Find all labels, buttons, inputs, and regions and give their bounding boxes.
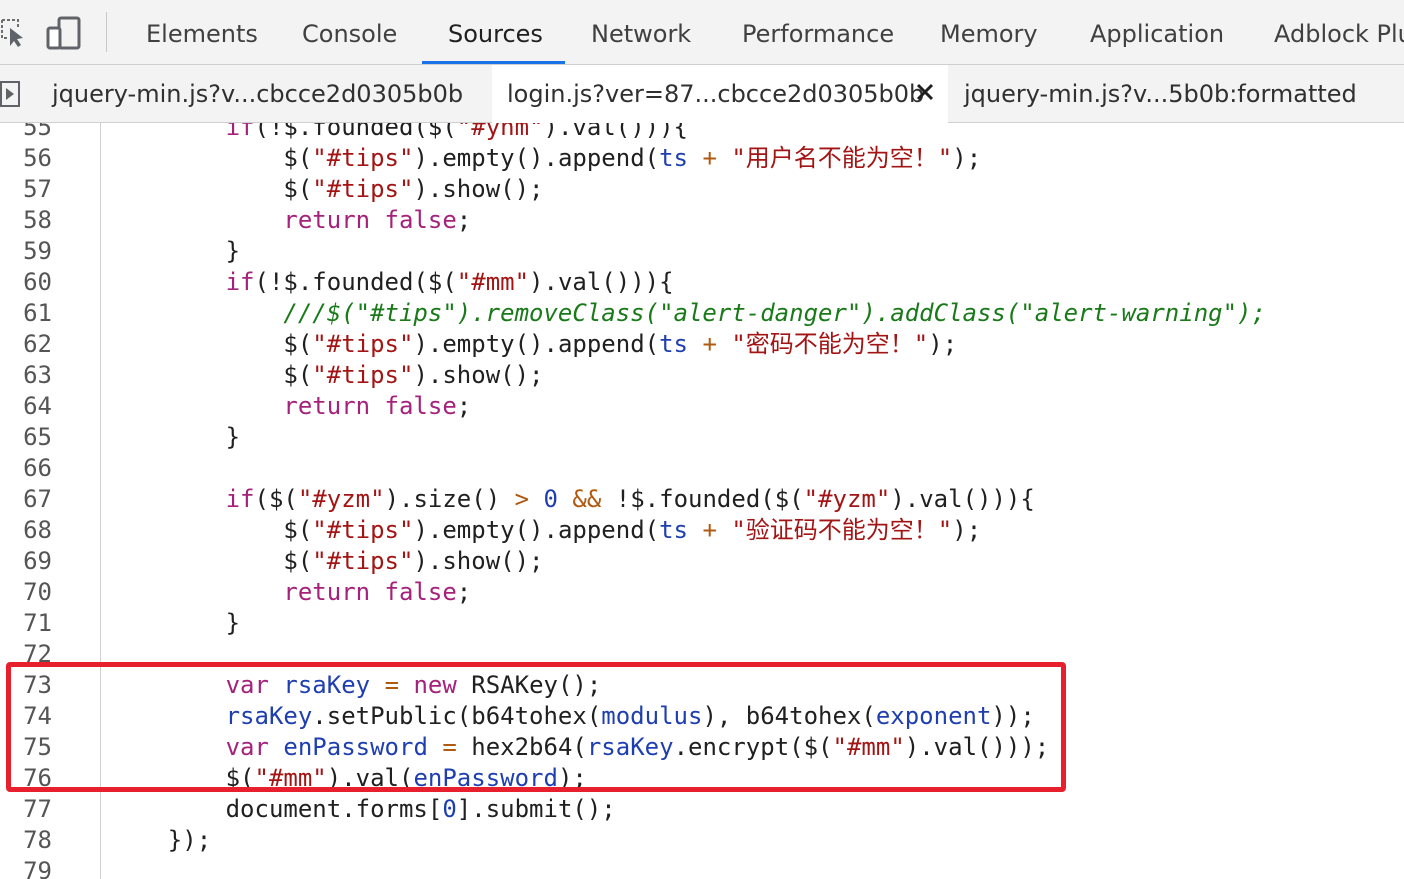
- file-tab-jquery-formatted[interactable]: jquery-min.js?v...5b0b:formatted: [952, 65, 1369, 122]
- line-number[interactable]: 60: [0, 267, 52, 298]
- code-line[interactable]: 63 $("#tips").show();: [0, 360, 1404, 391]
- line-number[interactable]: 76: [0, 763, 52, 794]
- line-number[interactable]: 57: [0, 174, 52, 205]
- line-number[interactable]: 68: [0, 515, 52, 546]
- tab-sources[interactable]: Sources: [448, 0, 543, 64]
- code-text: ///$("#tips").removeClass("alert-danger"…: [283, 299, 1266, 327]
- line-number[interactable]: 59: [0, 236, 52, 267]
- code-text: }: [110, 609, 241, 637]
- device-toggle-icon[interactable]: [46, 16, 82, 50]
- code-text: }: [110, 423, 241, 451]
- line-number[interactable]: 70: [0, 577, 52, 608]
- code-line[interactable]: 64 return false;: [0, 391, 1404, 422]
- line-number[interactable]: 55: [0, 123, 52, 143]
- tab-elements[interactable]: Elements: [146, 0, 258, 64]
- file-tab-jquery-min[interactable]: jquery-min.js?v...cbcce2d0305b0b: [40, 65, 475, 122]
- code-line[interactable]: 78 });: [0, 825, 1404, 856]
- line-number[interactable]: 79: [0, 856, 52, 879]
- line-number[interactable]: 69: [0, 546, 52, 577]
- code-text: document.forms[0].submit();: [110, 795, 616, 823]
- code-text: $("#tips").show();: [110, 361, 544, 389]
- code-line[interactable]: 66: [0, 453, 1404, 484]
- line-number[interactable]: 62: [0, 329, 52, 360]
- line-number[interactable]: 58: [0, 205, 52, 236]
- line-number[interactable]: 73: [0, 670, 52, 701]
- inspect-element-icon[interactable]: [0, 18, 24, 48]
- tab-performance[interactable]: Performance: [742, 0, 894, 64]
- code-text: rsaKey.setPublic(b64tohex(modulus), b64t…: [225, 702, 1035, 730]
- code-line[interactable]: 71 }: [0, 608, 1404, 639]
- line-number[interactable]: 65: [0, 422, 52, 453]
- code-text: if(!$.founded($("#mm").val())){: [225, 268, 674, 296]
- file-tab-label: login.js?ver=87...cbcce2d0305b0b: [507, 80, 925, 108]
- tab-console[interactable]: Console: [302, 0, 397, 64]
- line-number[interactable]: 71: [0, 608, 52, 639]
- line-number[interactable]: 56: [0, 143, 52, 174]
- code-text: $("#tips").empty().append(ts + "用户名不能为空！…: [110, 144, 982, 172]
- code-text: if(!$.founded($("#ynm").val())){: [225, 123, 688, 141]
- line-number[interactable]: 67: [0, 484, 52, 515]
- line-number[interactable]: 61: [0, 298, 52, 329]
- navigator-toggle-icon[interactable]: [0, 81, 20, 107]
- line-number[interactable]: 63: [0, 360, 52, 391]
- tab-network[interactable]: Network: [591, 0, 691, 64]
- code-line[interactable]: 76 $("#mm").val(enPassword);: [0, 763, 1404, 794]
- code-line[interactable]: 68 $("#tips").empty().append(ts + "验证码不能…: [0, 515, 1404, 546]
- devtools-toolbar: Elements Console Sources Network Perform…: [0, 0, 1404, 65]
- code-editor[interactable]: 55 if(!$.founded($("#ynm").val())){56 $(…: [0, 123, 1404, 879]
- line-number[interactable]: 64: [0, 391, 52, 422]
- code-line[interactable]: 55 if(!$.founded($("#ynm").val())){: [0, 123, 1404, 143]
- code-line[interactable]: 79: [0, 856, 1404, 879]
- code-text: $("#tips").empty().append(ts + "密码不能为空！"…: [110, 330, 958, 358]
- code-text: $("#tips").show();: [110, 175, 544, 203]
- close-icon[interactable]: [914, 81, 936, 103]
- code-line[interactable]: 70 return false;: [0, 577, 1404, 608]
- code-line[interactable]: 69 $("#tips").show();: [0, 546, 1404, 577]
- line-number[interactable]: 75: [0, 732, 52, 763]
- tab-application[interactable]: Application: [1090, 0, 1224, 64]
- code-line[interactable]: 56 $("#tips").empty().append(ts + "用户名不能…: [0, 143, 1404, 174]
- code-text: return false;: [283, 392, 472, 420]
- active-tab-indicator: [422, 61, 565, 64]
- code-line[interactable]: 62 $("#tips").empty().append(ts + "密码不能为…: [0, 329, 1404, 360]
- tab-adblock-plus[interactable]: Adblock Plus: [1274, 0, 1404, 64]
- code-line[interactable]: 67 if($("#yzm").size() > 0 && !$.founded…: [0, 484, 1404, 515]
- code-text: return false;: [283, 578, 472, 606]
- code-text: });: [110, 826, 212, 854]
- file-tabs-bar: jquery-min.js?v...cbcce2d0305b0b login.j…: [0, 65, 1404, 123]
- code-line[interactable]: 73 var rsaKey = new RSAKey();: [0, 670, 1404, 701]
- code-text: $("#tips").empty().append(ts + "验证码不能为空！…: [110, 516, 982, 544]
- code-text: $("#tips").show();: [110, 547, 544, 575]
- code-line[interactable]: 61 ///$("#tips").removeClass("alert-dang…: [0, 298, 1404, 329]
- line-number[interactable]: 78: [0, 825, 52, 856]
- tab-memory[interactable]: Memory: [940, 0, 1038, 64]
- code-text: $("#mm").val(enPassword);: [110, 764, 587, 792]
- code-line[interactable]: 57 $("#tips").show();: [0, 174, 1404, 205]
- code-text: }: [110, 237, 241, 265]
- code-line[interactable]: 59 }: [0, 236, 1404, 267]
- code-line[interactable]: 58 return false;: [0, 205, 1404, 236]
- code-line[interactable]: 72: [0, 639, 1404, 670]
- code-line[interactable]: 75 var enPassword = hex2b64(rsaKey.encry…: [0, 732, 1404, 763]
- code-text: if($("#yzm").size() > 0 && !$.founded($(…: [225, 485, 1035, 513]
- code-line[interactable]: 60 if(!$.founded($("#mm").val())){: [0, 267, 1404, 298]
- line-number[interactable]: 74: [0, 701, 52, 732]
- code-text: var enPassword = hex2b64(rsaKey.encrypt(…: [225, 733, 1050, 761]
- file-tab-login-js[interactable]: login.js?ver=87...cbcce2d0305b0b: [492, 65, 948, 123]
- code-line[interactable]: 65 }: [0, 422, 1404, 453]
- code-line[interactable]: 77 document.forms[0].submit();: [0, 794, 1404, 825]
- toolbar-separator: [106, 12, 107, 52]
- code-text: return false;: [283, 206, 472, 234]
- line-number[interactable]: 77: [0, 794, 52, 825]
- line-number[interactable]: 72: [0, 639, 52, 670]
- line-number[interactable]: 66: [0, 453, 52, 484]
- code-line[interactable]: 74 rsaKey.setPublic(b64tohex(modulus), b…: [0, 701, 1404, 732]
- code-text: var rsaKey = new RSAKey();: [225, 671, 602, 699]
